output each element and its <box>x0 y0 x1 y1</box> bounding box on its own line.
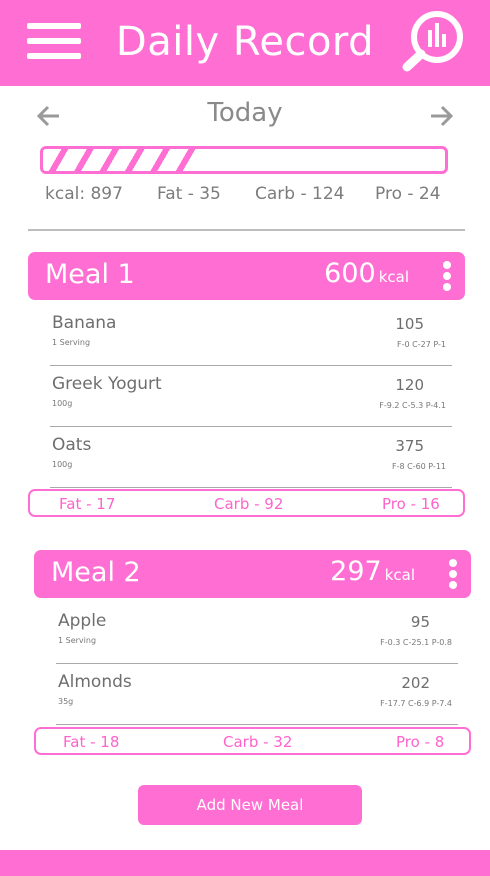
food-name: Apple <box>58 611 107 631</box>
food-serving: 35g <box>58 697 74 706</box>
food-calories: 120 <box>395 376 424 394</box>
food-item[interactable]: Almonds 35g 202 F-17.7 C-6.9 P-7.4 <box>56 666 458 725</box>
food-serving: 100g <box>52 399 73 408</box>
meal-fat: Fat - 18 <box>63 733 120 751</box>
food-calories: 202 <box>401 674 430 692</box>
total-protein: Pro - 24 <box>375 184 441 204</box>
footer-bar <box>0 850 490 876</box>
date-navigation: Today <box>0 96 490 136</box>
meal-title: Meal 2 <box>51 557 141 588</box>
more-options-icon[interactable] <box>439 261 455 291</box>
meal-protein: Pro - 16 <box>382 495 440 513</box>
meal-title: Meal 1 <box>45 259 135 290</box>
food-item[interactable]: Banana 1 Serving 105 F-0 C-27 P-1 <box>50 307 452 366</box>
food-calories: 95 <box>410 613 430 631</box>
food-name: Almonds <box>58 672 132 692</box>
food-item[interactable]: Oats 100g 375 F-8 C-60 P-11 <box>50 429 452 488</box>
food-macros: F-0.3 C-25.1 P-0.8 <box>380 638 452 647</box>
total-fat: Fat - 35 <box>157 184 221 204</box>
total-kcal: kcal: 897 <box>45 184 123 204</box>
food-macros: F-8 C-60 P-11 <box>391 462 446 471</box>
total-carb: Carb - 124 <box>255 184 345 204</box>
date-label: Today <box>207 98 283 128</box>
search-stats-icon[interactable] <box>400 5 468 73</box>
app-header: Daily Record <box>0 0 490 86</box>
meal-carb: Carb - 32 <box>223 733 293 751</box>
meal-kcal: 297 kcal <box>330 556 415 587</box>
food-serving: 1 Serving <box>58 636 97 645</box>
food-name: Greek Yogurt <box>52 374 162 394</box>
meal-carb: Carb - 92 <box>214 495 284 513</box>
add-new-meal-button[interactable]: Add New Meal <box>138 785 362 825</box>
meal-protein: Pro - 8 <box>396 733 445 751</box>
meal-kcal: 600 kcal <box>324 258 409 289</box>
arrow-right-icon[interactable] <box>428 104 454 128</box>
progress-fill <box>43 149 196 171</box>
daily-progress-bar <box>40 146 448 174</box>
food-calories: 105 <box>395 315 424 333</box>
meal-fat: Fat - 17 <box>59 495 116 513</box>
meal-macro-summary: Fat - 18 Carb - 32 Pro - 8 <box>34 727 471 755</box>
daily-totals: kcal: 897 Fat - 35 Carb - 124 Pro - 24 <box>40 184 452 208</box>
food-macros: F-0 C-27 P-1 <box>397 340 446 349</box>
food-item[interactable]: Greek Yogurt 100g 120 F-9.2 C-5.3 P-4.1 <box>50 368 452 427</box>
food-serving: 1 Serving <box>52 338 91 347</box>
food-name: Oats <box>52 435 92 455</box>
meal-macro-summary: Fat - 17 Carb - 92 Pro - 16 <box>28 489 465 517</box>
food-item[interactable]: Apple 1 Serving 95 F-0.3 C-25.1 P-0.8 <box>56 605 458 664</box>
food-calories: 375 <box>395 437 424 455</box>
food-serving: 100g <box>52 460 73 469</box>
food-name: Banana <box>52 313 117 333</box>
more-options-icon[interactable] <box>445 559 461 589</box>
meal-header[interactable]: Meal 1 600 kcal <box>28 252 465 300</box>
divider <box>28 229 465 231</box>
meal-header[interactable]: Meal 2 297 kcal <box>34 550 471 598</box>
food-macros: F-9.2 C-5.3 P-4.1 <box>379 401 446 410</box>
food-macros: F-17.7 C-6.9 P-7.4 <box>380 699 452 708</box>
